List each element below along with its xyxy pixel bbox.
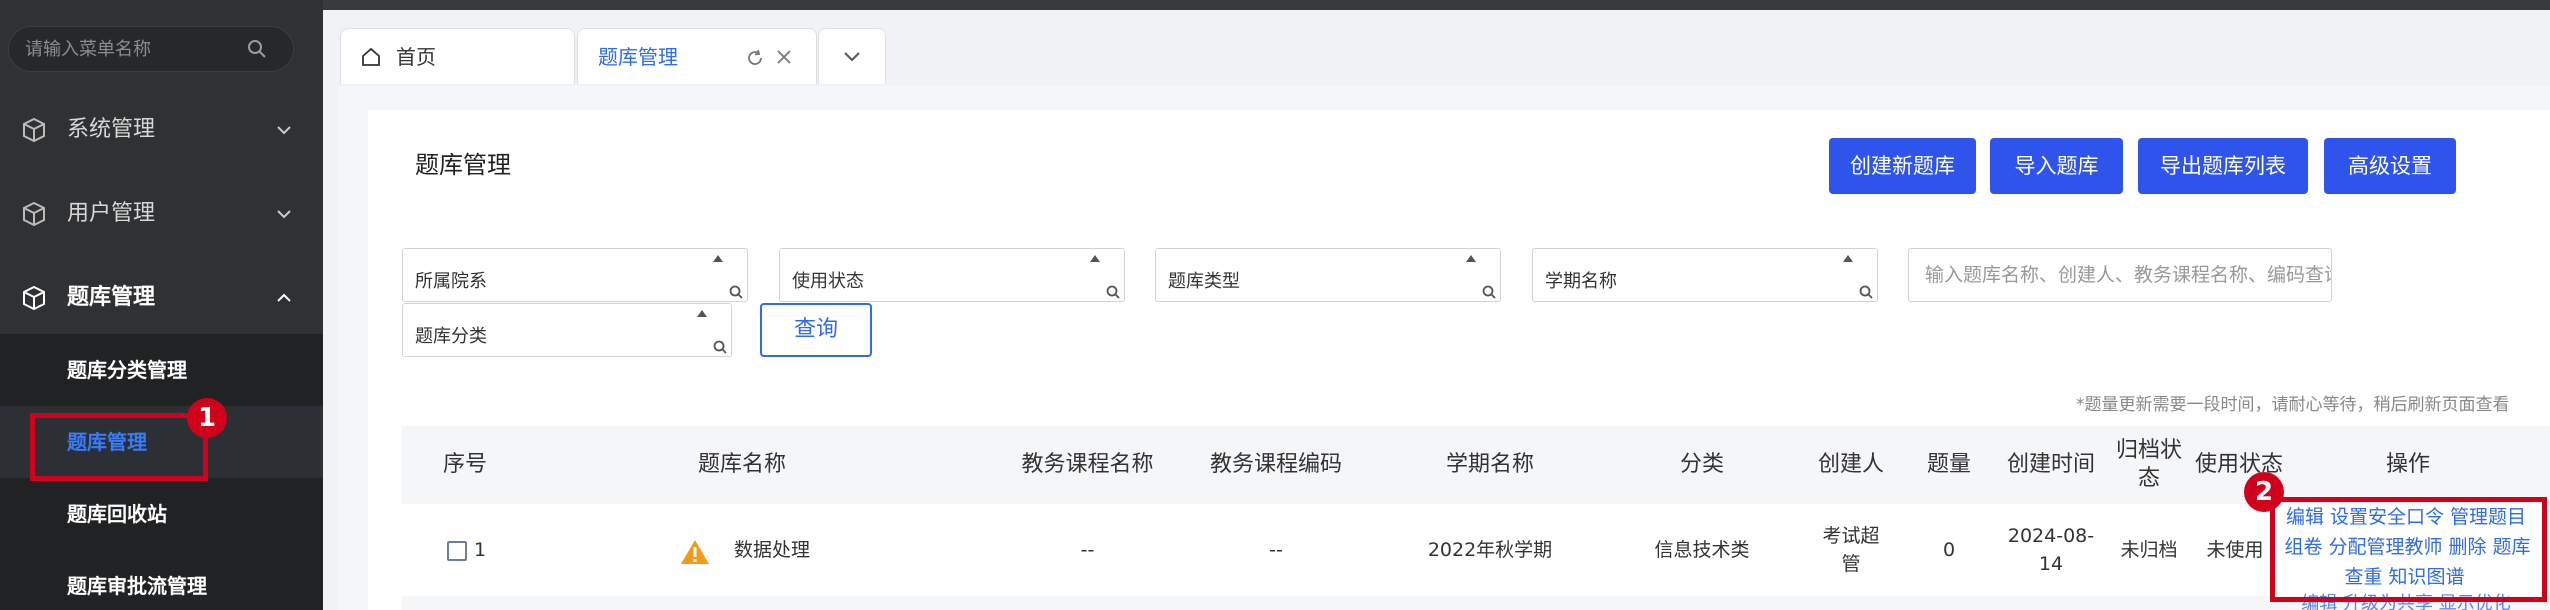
chevron-down-icon [277, 126, 291, 135]
tab-label: 首页 [396, 45, 436, 69]
td-created-time: 2024-08-14 [2007, 525, 2095, 575]
annotation-badge-2: 2 [2244, 472, 2284, 512]
td-semester: 2022年秋学期 [1427, 539, 1553, 561]
refresh-icon[interactable] [746, 49, 764, 67]
menu-item-question-bank[interactable]: 题库管理 [0, 256, 323, 340]
sort-caret-icon [697, 310, 707, 317]
update-notice: *题量更新需要一段时间，请耐心等待，稍后刷新页面查看 [2076, 395, 2510, 415]
th-course-code: 教务课程编码 [1209, 452, 1342, 477]
submenu-label: 题库回收站 [67, 502, 167, 526]
chevron-down-icon [277, 210, 291, 219]
td-course-name: -- [1080, 539, 1095, 561]
annotation-box-1 [30, 413, 208, 481]
menu-search-input[interactable] [25, 27, 245, 71]
filter-usage-status[interactable]: 使用状态 [779, 248, 1125, 302]
th-semester: 学期名称 [1445, 452, 1534, 477]
warning-icon [681, 540, 709, 564]
home-icon [362, 47, 380, 66]
td-count: 0 [1942, 539, 1956, 561]
menu-item-label: 系统管理 [67, 117, 156, 142]
sort-caret-icon [1466, 255, 1476, 262]
th-count: 题量 [1926, 452, 1971, 477]
td-bank-name[interactable]: 数据处理 [722, 504, 822, 596]
cube-icon [23, 117, 45, 143]
th-archive-status: 归档状态 [2115, 438, 2182, 491]
search-icon [729, 285, 743, 299]
cube-icon [23, 285, 45, 311]
submenu-item-recycle-bin[interactable]: 题库回收站 [0, 478, 323, 550]
td-category: 信息技术类 [1654, 539, 1750, 561]
th-index: 序号 [442, 452, 487, 477]
filter-label: 题库分类 [415, 326, 487, 347]
search-icon [1859, 285, 1873, 299]
td-usage-status: 未使用 [2206, 539, 2264, 561]
menu-search-box[interactable] [8, 26, 294, 72]
filter-bank-type[interactable]: 题库类型 [1155, 248, 1501, 302]
th-operations: 操作 [2385, 452, 2430, 477]
filter-label: 学期名称 [1545, 271, 1617, 292]
close-icon[interactable] [776, 49, 792, 65]
menu-item-users[interactable]: 用户管理 [0, 172, 323, 256]
row-checkbox[interactable] [447, 541, 467, 561]
cube-icon [23, 201, 45, 227]
th-category: 分类 [1679, 452, 1724, 477]
td-creator: 考试超管 [1822, 525, 1880, 575]
sidebar: 系统管理 用户管理 题库管理 题库分类管理 题库管理 题库回收站 题库审批流管理… [0, 0, 323, 610]
top-bar [323, 0, 2550, 10]
search-icon[interactable] [247, 39, 267, 59]
filter-label: 题库类型 [1168, 271, 1240, 292]
td-index: 1 [473, 539, 487, 561]
filter-department[interactable]: 所属院系 [402, 248, 748, 302]
th-course-name: 教务课程名称 [1021, 452, 1154, 477]
td-course-code: -- [1269, 539, 1283, 561]
search-icon [1482, 285, 1496, 299]
export-bank-list-button[interactable]: 导出题库列表 [2138, 138, 2308, 194]
table-row-next [402, 596, 2550, 610]
menu-item-system[interactable]: 系统管理 [0, 88, 323, 172]
chevron-up-icon [277, 293, 291, 302]
query-button[interactable]: 查询 [760, 303, 872, 357]
import-bank-button[interactable]: 导入题库 [1990, 138, 2123, 194]
advanced-settings-button[interactable]: 高级设置 [2324, 138, 2456, 194]
search-icon [1106, 285, 1120, 299]
submenu-label: 题库审批流管理 [67, 574, 207, 598]
chevron-down-icon [844, 52, 860, 62]
search-icon [713, 340, 727, 354]
th-creator: 创建人 [1817, 452, 1884, 477]
annotation-badge-1: 1 [187, 398, 227, 438]
tab-more-dropdown[interactable] [818, 28, 886, 84]
td-archive-status: 未归档 [2120, 539, 2178, 561]
submenu-item-approval-flow[interactable]: 题库审批流管理 [0, 550, 323, 610]
sort-caret-icon [713, 255, 723, 262]
create-bank-button[interactable]: 创建新题库 [1829, 138, 1976, 194]
filter-bank-category[interactable]: 题库分类 [402, 303, 732, 357]
filter-semester[interactable]: 学期名称 [1532, 248, 1878, 302]
tab-question-bank[interactable]: 题库管理 [577, 28, 817, 84]
sort-caret-icon [1090, 255, 1100, 262]
th-bank-name: 题库名称 [697, 452, 786, 477]
filter-label: 所属院系 [415, 271, 487, 292]
submenu-item-category[interactable]: 题库分类管理 [0, 334, 323, 406]
submenu-label: 题库分类管理 [67, 358, 187, 382]
page-title: 题库管理 [415, 151, 511, 179]
filter-label: 使用状态 [792, 271, 864, 292]
bank-search-input[interactable]: 输入题库名称、创建人、教务课程名称、编码查询 [1908, 248, 2332, 302]
annotation-box-2 [2270, 497, 2547, 602]
sort-caret-icon [1843, 255, 1853, 262]
th-created-time: 创建时间 [2006, 452, 2095, 477]
menu-item-label: 题库管理 [67, 285, 156, 310]
menu-item-label: 用户管理 [67, 201, 156, 226]
tab-label: 题库管理 [598, 45, 678, 69]
tab-home[interactable]: 首页 [340, 28, 575, 84]
